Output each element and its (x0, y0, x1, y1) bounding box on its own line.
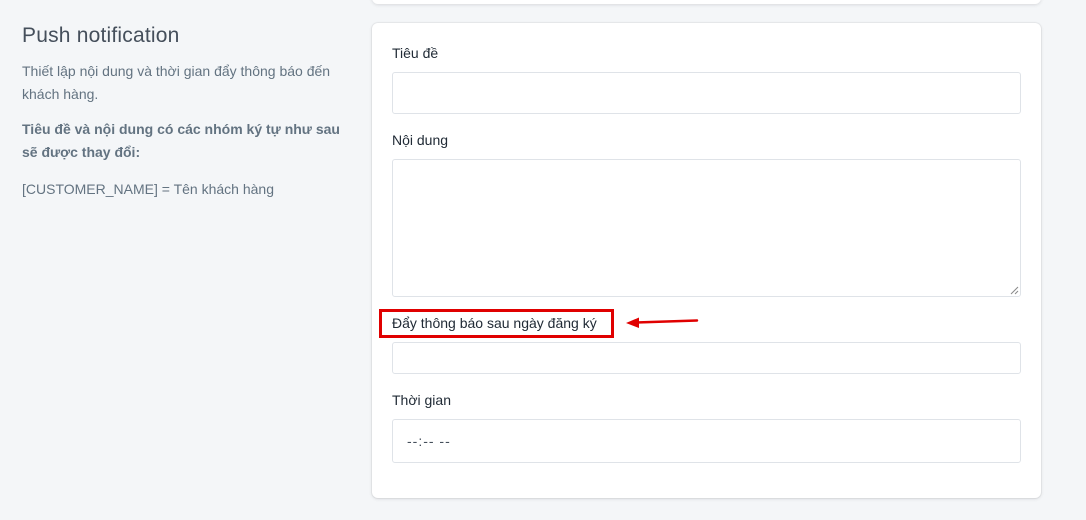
content-textarea[interactable] (392, 159, 1021, 297)
title-label: Tiêu đề (392, 45, 439, 61)
customer-name-variable: [CUSTOMER_NAME] = Tên khách hàng (22, 181, 274, 197)
section-note: Tiêu đề và nội dung có các nhóm ký tự nh… (22, 121, 340, 160)
content-field-wrapper (392, 159, 1021, 297)
previous-card (372, 0, 1041, 4)
content-label: Nội dung (392, 132, 449, 148)
time-input[interactable]: --:-- -- (392, 419, 1021, 463)
page: Push notification Thiết lập nội dung và … (0, 0, 1086, 520)
resize-grip-icon[interactable] (1010, 286, 1019, 295)
title-input[interactable] (392, 72, 1021, 114)
annotation-arrow-icon (626, 317, 699, 328)
push-notification-form-card: Tiêu đề Nội dung Đẩy thông báo sau ngày … (372, 23, 1041, 498)
section-description: Thiết lập nội dung và thời gian đẩy thôn… (22, 63, 331, 102)
days-after-signup-input[interactable] (392, 342, 1021, 374)
days-after-signup-label: Đẩy thông báo sau ngày đăng ký (392, 315, 597, 331)
section-info: Push notification Thiết lập nội dung và … (22, 22, 352, 201)
time-input-value: --:-- -- (407, 433, 451, 449)
time-label: Thời gian (392, 392, 451, 408)
section-title: Push notification (22, 24, 180, 47)
